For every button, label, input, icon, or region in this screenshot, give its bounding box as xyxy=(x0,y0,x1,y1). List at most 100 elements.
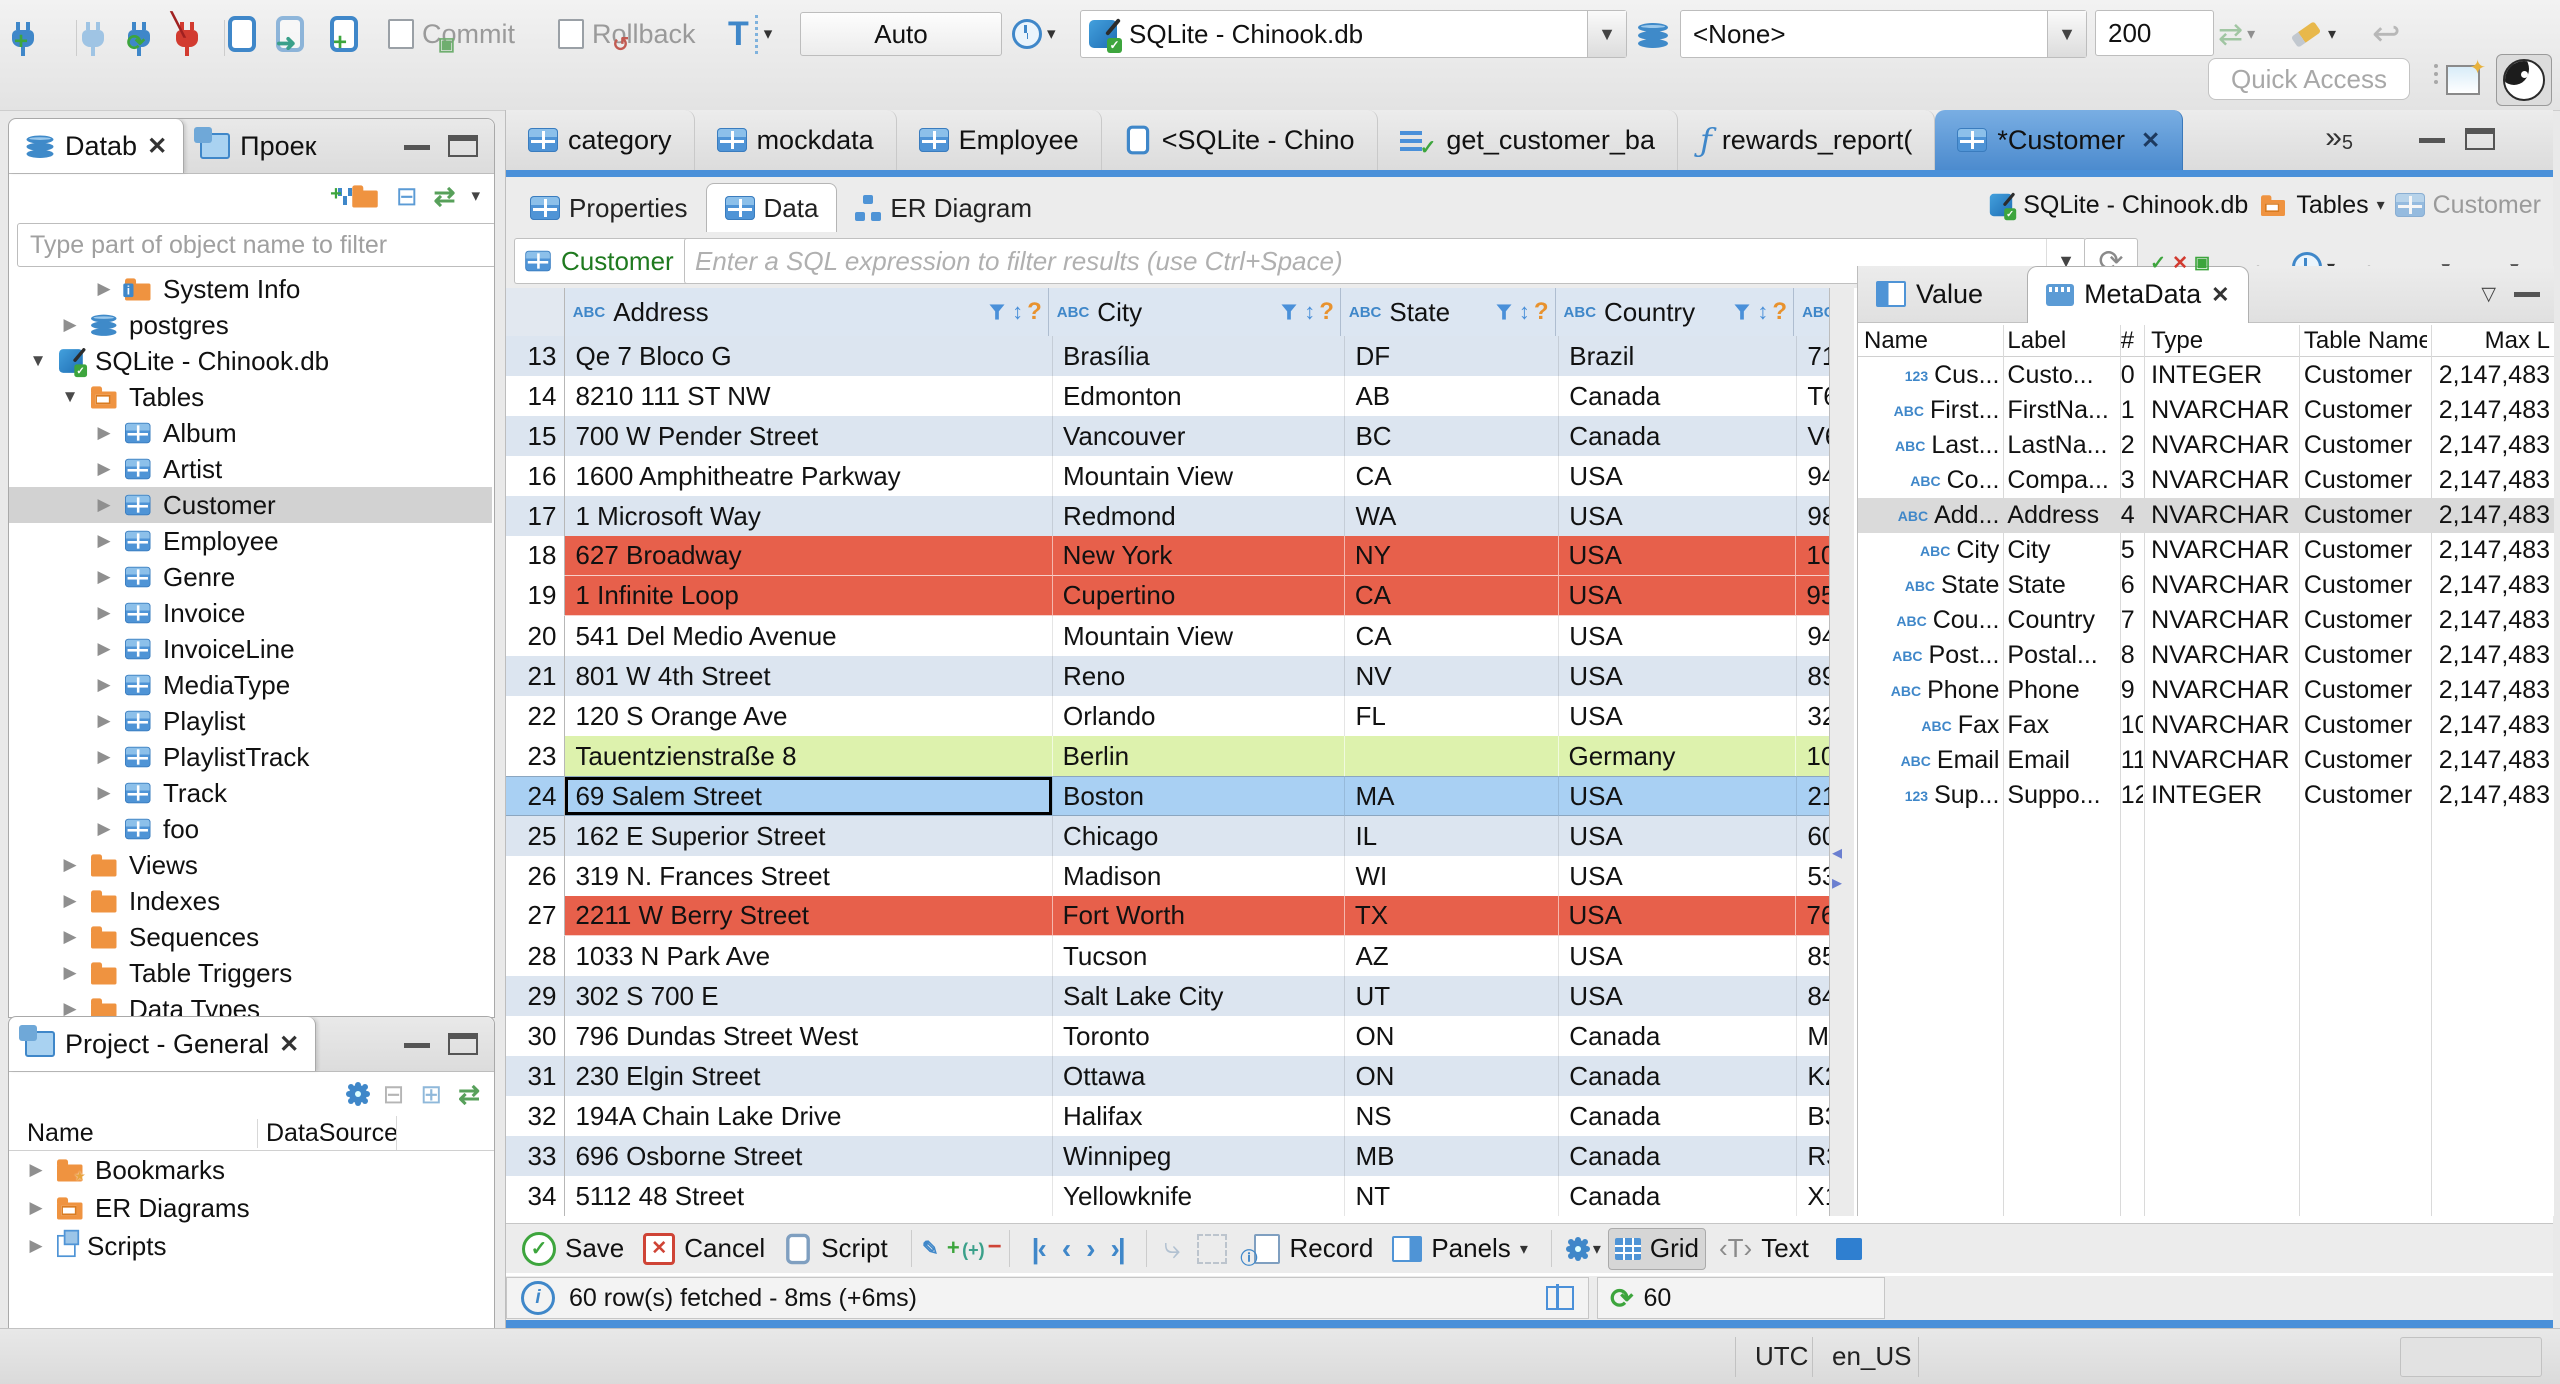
cell-state[interactable]: UT xyxy=(1345,976,1560,1016)
first-row-button[interactable]: |‹ xyxy=(1027,1233,1050,1265)
meta-row[interactable]: ABC Email Email 11 NVARCHAR Customer 2,147,483 xyxy=(1858,743,2554,778)
tree-item-playlisttrack[interactable]: ▶ PlaylistTrack xyxy=(9,739,492,775)
expand-arrow-icon[interactable]: ▶ xyxy=(23,1198,49,1218)
cell-city[interactable]: Tucson xyxy=(1053,936,1346,976)
row-number-cell[interactable]: 17 xyxy=(506,496,566,536)
cell-country[interactable]: Germany xyxy=(1558,736,1797,776)
expand-arrow-icon[interactable]: ▶ xyxy=(57,315,83,335)
cell-city[interactable]: Salt Lake City xyxy=(1053,976,1346,1016)
tree-item-sequences[interactable]: ▶ Sequences xyxy=(9,919,492,955)
cell-state[interactable]: BC xyxy=(1345,416,1560,456)
connect-button[interactable] xyxy=(82,12,104,56)
cell-city[interactable]: Redmond xyxy=(1053,496,1346,536)
expand-arrow-icon[interactable]: ▶ xyxy=(91,423,117,443)
commit-button[interactable]: ▣ Commit xyxy=(388,12,515,56)
cell-city[interactable]: Reno xyxy=(1053,656,1346,696)
cell-state[interactable]: CA xyxy=(1345,456,1560,496)
grid-mode-button[interactable]: Grid xyxy=(1607,1227,1706,1270)
sort-icon[interactable]: ↕ xyxy=(1304,299,1315,325)
column-header-name[interactable]: Name xyxy=(9,1119,257,1148)
cell-city[interactable]: Orlando xyxy=(1053,696,1346,736)
cell-country[interactable]: USA xyxy=(1559,856,1798,896)
cell-country[interactable]: USA xyxy=(1559,496,1798,536)
expand-arrow-icon[interactable]: ▶ xyxy=(91,819,117,839)
expand-arrow-icon[interactable]: ▶ xyxy=(91,783,117,803)
expand-arrow-icon[interactable]: ▶ xyxy=(57,855,83,875)
cell-city[interactable]: Ottawa xyxy=(1053,1056,1346,1096)
search-metadata-button[interactable]: ▾ xyxy=(2290,12,2336,56)
collapse-arrow-icon[interactable]: ▼ xyxy=(25,351,51,371)
subtab-er-diagram[interactable]: ER Diagram xyxy=(837,184,1050,232)
cell-country[interactable]: USA xyxy=(1559,776,1798,816)
combo-arrow-icon[interactable]: ▼ xyxy=(1587,11,1626,57)
back-button[interactable]: ↩ xyxy=(2372,12,2401,56)
cell-city[interactable]: Chicago xyxy=(1053,816,1346,856)
new-connection-button[interactable]: + xyxy=(12,12,34,56)
column-header-city[interactable]: ABC City ↕? xyxy=(1049,288,1341,336)
tree-item-tables[interactable]: ▼ Tables xyxy=(9,379,492,415)
tree-item-track[interactable]: ▶ Track xyxy=(9,775,492,811)
cell-address[interactable]: 319 N. Frances Street xyxy=(565,856,1053,896)
tree-item-postgres[interactable]: ▶ postgres xyxy=(9,307,492,343)
row-number-cell[interactable]: 23 xyxy=(506,736,566,776)
row-number-cell[interactable]: 28 xyxy=(506,936,566,976)
cell-state[interactable]: NS xyxy=(1345,1096,1560,1136)
row-number-cell[interactable]: 29 xyxy=(506,976,566,1016)
tab-project-general[interactable]: Project - General ✕ xyxy=(9,1017,317,1071)
transaction-log-button[interactable]: T ▾ xyxy=(728,12,772,56)
link-with-editor-icon[interactable]: ⇄ xyxy=(434,181,456,212)
combo-arrow-icon[interactable]: ▼ xyxy=(2047,11,2086,57)
cell-address[interactable]: 696 Osborne Street xyxy=(565,1136,1053,1176)
timezone-indicator[interactable]: UTC xyxy=(1755,1341,1808,1372)
cell-address[interactable]: 120 S Orange Ave xyxy=(565,696,1053,736)
maximize-icon[interactable] xyxy=(448,135,478,157)
expand-arrow-icon[interactable]: ▶ xyxy=(57,891,83,911)
tree-item-employee[interactable]: ▶ Employee xyxy=(9,523,492,559)
record-button[interactable]: ⓘ Record xyxy=(1240,1233,1379,1268)
row-number-cell[interactable]: 20 xyxy=(506,616,566,656)
tree-item-customer[interactable]: ▶ Customer xyxy=(9,487,492,523)
result-grid-icon[interactable] xyxy=(1835,1237,1862,1260)
transaction-history-button[interactable]: ▾ xyxy=(1012,12,1056,56)
last-row-button[interactable]: ›| xyxy=(1106,1233,1129,1265)
cell-city[interactable]: Brasília xyxy=(1053,336,1346,376)
cell-state[interactable]: ON xyxy=(1345,1056,1560,1096)
tree-item-playlist[interactable]: ▶ Playlist xyxy=(9,703,492,739)
cell-address[interactable]: 796 Dundas Street West xyxy=(565,1016,1053,1056)
expand-arrow-icon[interactable]: ▶ xyxy=(91,675,117,695)
cell-country[interactable]: Canada xyxy=(1559,376,1798,416)
cell-country[interactable]: USA xyxy=(1559,816,1798,856)
tree-item-artist[interactable]: ▶ Artist xyxy=(9,451,492,487)
row-number-cell[interactable]: 18 xyxy=(506,536,566,576)
cell-state[interactable]: NV xyxy=(1345,656,1560,696)
connection-combo[interactable]: SQLite - Chinook.db ▼ xyxy=(1080,10,1627,58)
cell-country[interactable]: USA xyxy=(1558,576,1797,616)
minimize-icon[interactable] xyxy=(404,145,430,150)
cell-city[interactable]: Yellowknife xyxy=(1053,1176,1346,1216)
column-header-datasource[interactable]: DataSource xyxy=(257,1118,398,1148)
cell-state[interactable]: CA xyxy=(1345,616,1560,656)
cell-country[interactable]: USA xyxy=(1559,616,1798,656)
expand-arrow-icon[interactable]: ▶ xyxy=(23,1236,49,1256)
cell-city[interactable]: Halifax xyxy=(1053,1096,1346,1136)
cell-address[interactable]: Tauentzienstraße 8 xyxy=(565,736,1053,776)
meta-column-header-type[interactable]: Type xyxy=(2143,325,2296,356)
cell-city[interactable]: Mountain View xyxy=(1053,456,1346,496)
column-header-state[interactable]: ABC State ↕? xyxy=(1341,288,1556,336)
sort-icon[interactable]: ↕ xyxy=(1519,299,1530,325)
row-number-cell[interactable]: 14 xyxy=(506,376,566,416)
disconnect-button[interactable]: ╲ xyxy=(171,12,198,56)
breadcrumb-item-tables[interactable]: Tables ▾ xyxy=(2258,191,2385,220)
calc-panel-icon[interactable] xyxy=(1546,1284,1574,1310)
meta-row[interactable]: ABC Post... Postal... 8 NVARCHAR Customer 2,14… xyxy=(1858,638,2554,673)
row-number-cell[interactable]: 30 xyxy=(506,1016,566,1056)
row-number-cell[interactable]: 22 xyxy=(506,696,566,736)
sash-left-icon[interactable]: ◂ xyxy=(1832,840,1842,865)
maximize-icon[interactable] xyxy=(2465,128,2495,150)
cell-country[interactable]: Canada xyxy=(1559,1056,1798,1096)
cell-city[interactable]: Toronto xyxy=(1053,1016,1346,1056)
row-number-cell[interactable]: 16 xyxy=(506,456,566,496)
row-number-cell[interactable]: 26 xyxy=(506,856,566,896)
meta-column-header-max-l[interactable]: Max L xyxy=(2427,325,2554,356)
cell-state[interactable]: FL xyxy=(1345,696,1560,736)
